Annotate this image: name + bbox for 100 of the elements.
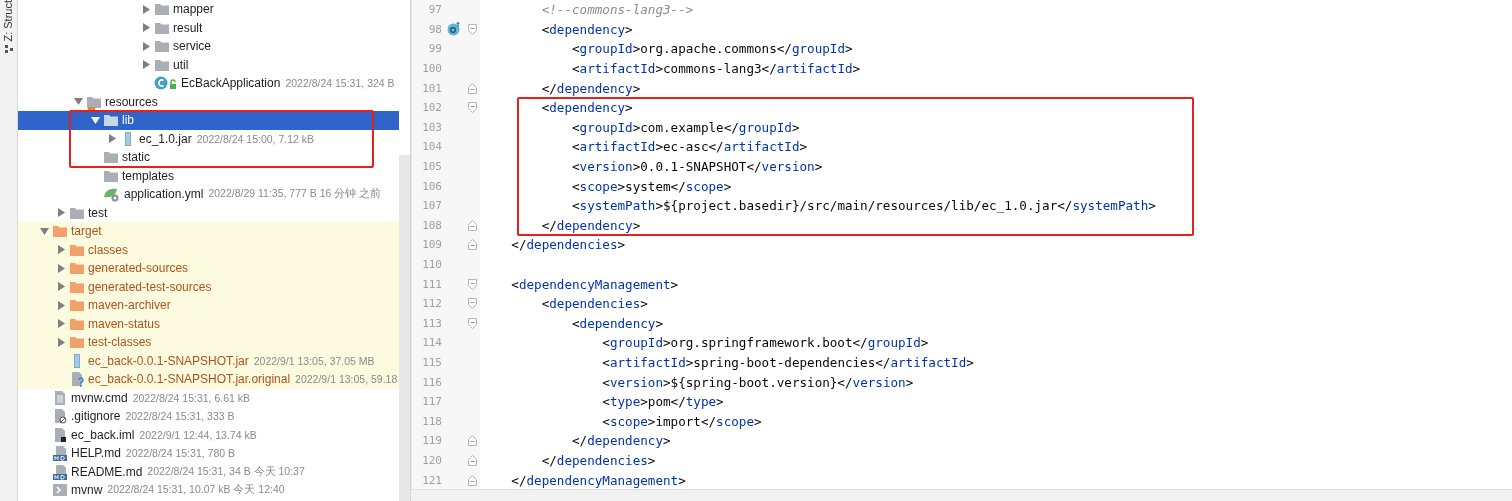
file-name: service bbox=[173, 39, 211, 54]
file-name: generated-test-sources bbox=[88, 279, 212, 294]
tree-row[interactable]: mapper bbox=[18, 0, 399, 19]
line-number: 115 bbox=[421, 356, 442, 369]
line-number: 103 bbox=[421, 120, 442, 134]
code-line: </dependency> bbox=[540, 80, 641, 96]
code-line: <dependency> bbox=[540, 21, 633, 37]
line-number: 108 bbox=[421, 218, 442, 232]
fold-marker-icon[interactable] bbox=[467, 317, 477, 329]
tree-row[interactable]: application.yml 2022/8/29 11:35, 777 B 16 分钟 之前 bbox=[18, 185, 399, 204]
tree-row[interactable]: HELP.md 2022/8/24 15:31, 780 B bbox=[18, 444, 399, 463]
line-number: 107 bbox=[421, 199, 442, 213]
code-line: <scope>system</scope> bbox=[571, 178, 732, 194]
tree-row[interactable]: generated-sources bbox=[18, 259, 399, 278]
file-info: 2022/8/24 15:31, 34 B 今天 10:37 bbox=[147, 464, 305, 479]
caret-right-icon[interactable] bbox=[142, 41, 150, 51]
caret-right-icon[interactable] bbox=[57, 337, 65, 347]
tree-row[interactable]: result bbox=[18, 18, 399, 37]
code-line: <artifactId>commons-lang3</artifactId> bbox=[571, 61, 861, 77]
tree-row[interactable]: ec_back.iml 2022/9/1 12:44, 13.74 kB bbox=[18, 425, 399, 444]
tree-row[interactable]: README.md 2022/8/24 15:31, 34 B 今天 10:37 bbox=[18, 462, 399, 481]
caret-right-icon[interactable] bbox=[108, 134, 116, 144]
line-number: 119 bbox=[421, 434, 442, 448]
fold-marker-icon[interactable] bbox=[467, 82, 477, 94]
module-file-icon bbox=[52, 426, 68, 443]
caret-down-icon[interactable] bbox=[90, 116, 100, 124]
file-name: mapper bbox=[173, 2, 214, 17]
folder-icon bbox=[52, 223, 68, 240]
line-number: 99 bbox=[427, 42, 442, 56]
class-icon bbox=[154, 75, 178, 92]
tree-row[interactable]: resources bbox=[18, 92, 399, 111]
code-line: <systemPath>${project.basedir}/src/main/resources/lib/ec_1.0.jar</systemPath> bbox=[571, 198, 1156, 214]
tree-row[interactable]: templates bbox=[18, 166, 399, 185]
tree-row[interactable]: ec_1.0.jar 2022/8/24 15:00, 7.12 kB bbox=[18, 129, 399, 148]
tree-row[interactable]: .gitignore 2022/8/24 15:31, 333 B bbox=[18, 407, 399, 426]
caret-right-icon[interactable] bbox=[142, 23, 150, 33]
tree-row[interactable]: maven-archiver bbox=[18, 296, 399, 315]
folder-icon bbox=[103, 149, 119, 166]
file-name: ec_back.iml bbox=[71, 427, 135, 442]
folder-icon bbox=[69, 297, 85, 314]
fold-marker-icon[interactable] bbox=[467, 278, 477, 290]
unknown-file-icon bbox=[69, 371, 85, 388]
caret-right-icon[interactable] bbox=[57, 245, 65, 255]
code-line: </dependencies> bbox=[540, 452, 656, 468]
fold-marker-icon[interactable] bbox=[467, 474, 477, 486]
tree-row[interactable]: EcBackApplication 2022/8/24 15:31, 324 B bbox=[18, 74, 399, 93]
markdown-file-icon bbox=[52, 463, 68, 480]
config-file-icon bbox=[103, 186, 121, 203]
tree-row[interactable]: service bbox=[18, 37, 399, 56]
line-number: 111 bbox=[421, 277, 442, 291]
caret-right-icon[interactable] bbox=[57, 263, 65, 273]
folder-icon bbox=[103, 112, 119, 129]
line-number: 110 bbox=[421, 258, 442, 271]
fold-marker-icon[interactable] bbox=[467, 239, 477, 251]
file-info: 2022/9/1 13:05, 59.18 bbox=[295, 373, 398, 386]
gutter-marker-icon[interactable] bbox=[447, 22, 461, 37]
tree-row[interactable]: ec_back-0.0.1-SNAPSHOT.jar.original 2022/9/1 13:05, 59.18 bbox=[18, 370, 399, 389]
tree-row[interactable]: mvnw 2022/8/24 15:31, 10.07 kB 今天 12:40 bbox=[18, 481, 399, 500]
fold-marker-icon[interactable] bbox=[467, 298, 477, 310]
line-number: 98 bbox=[427, 22, 442, 36]
file-info: 2022/8/24 15:31, 6.61 kB bbox=[132, 391, 251, 404]
line-number: 105 bbox=[421, 160, 442, 174]
fold-marker-icon[interactable] bbox=[467, 219, 477, 231]
code-line: <groupId>org.springframework.boot</groupId> bbox=[601, 335, 929, 351]
tree-row[interactable]: mvnw.cmd 2022/8/24 15:31, 6.61 kB bbox=[18, 388, 399, 407]
code-line: </dependencyManagement> bbox=[510, 472, 686, 488]
code-line: <artifactId>spring-boot-dependencies</artifactId> bbox=[601, 355, 974, 370]
line-number: 100 bbox=[421, 62, 442, 76]
file-name: target bbox=[71, 224, 102, 239]
caret-right-icon[interactable] bbox=[57, 282, 65, 292]
tree-row[interactable]: test-classes bbox=[18, 333, 399, 352]
caret-down-icon[interactable] bbox=[73, 98, 83, 106]
caret-right-icon[interactable] bbox=[57, 319, 65, 329]
caret-right-icon[interactable] bbox=[142, 60, 150, 70]
file-name: mvnw.cmd bbox=[71, 390, 128, 405]
caret-right-icon[interactable] bbox=[142, 4, 150, 14]
line-number: 120 bbox=[421, 453, 442, 467]
fold-marker-icon[interactable] bbox=[467, 454, 477, 466]
code-line: <dependency> bbox=[540, 100, 633, 116]
caret-down-icon[interactable] bbox=[39, 227, 49, 235]
file-name: maven-archiver bbox=[88, 298, 171, 313]
scrollbar-thumb[interactable] bbox=[399, 155, 410, 501]
caret-right-icon[interactable] bbox=[57, 300, 65, 310]
code-line: <scope>import</scope> bbox=[601, 413, 762, 429]
line-number: 106 bbox=[421, 179, 442, 193]
fold-marker-icon[interactable] bbox=[467, 102, 477, 114]
tool-window-tab[interactable]: Z: Struct bbox=[0, 0, 17, 42]
tree-row[interactable]: test bbox=[18, 203, 399, 222]
tree-row[interactable]: target bbox=[18, 222, 399, 241]
file-name: resources bbox=[105, 94, 158, 109]
file-name: util bbox=[173, 57, 189, 72]
caret-right-icon[interactable] bbox=[57, 208, 65, 218]
code-line: <dependencies> bbox=[540, 296, 648, 312]
file-info: 2022/8/24 15:31, 333 B bbox=[125, 410, 235, 423]
fold-marker-icon[interactable] bbox=[467, 435, 477, 447]
file-name: ec_1.0.jar bbox=[139, 131, 192, 146]
tree-row[interactable]: lib bbox=[18, 111, 399, 130]
fold-marker-icon[interactable] bbox=[467, 23, 477, 35]
tree-row[interactable]: static bbox=[18, 148, 399, 167]
tree-row[interactable]: util bbox=[18, 55, 399, 74]
